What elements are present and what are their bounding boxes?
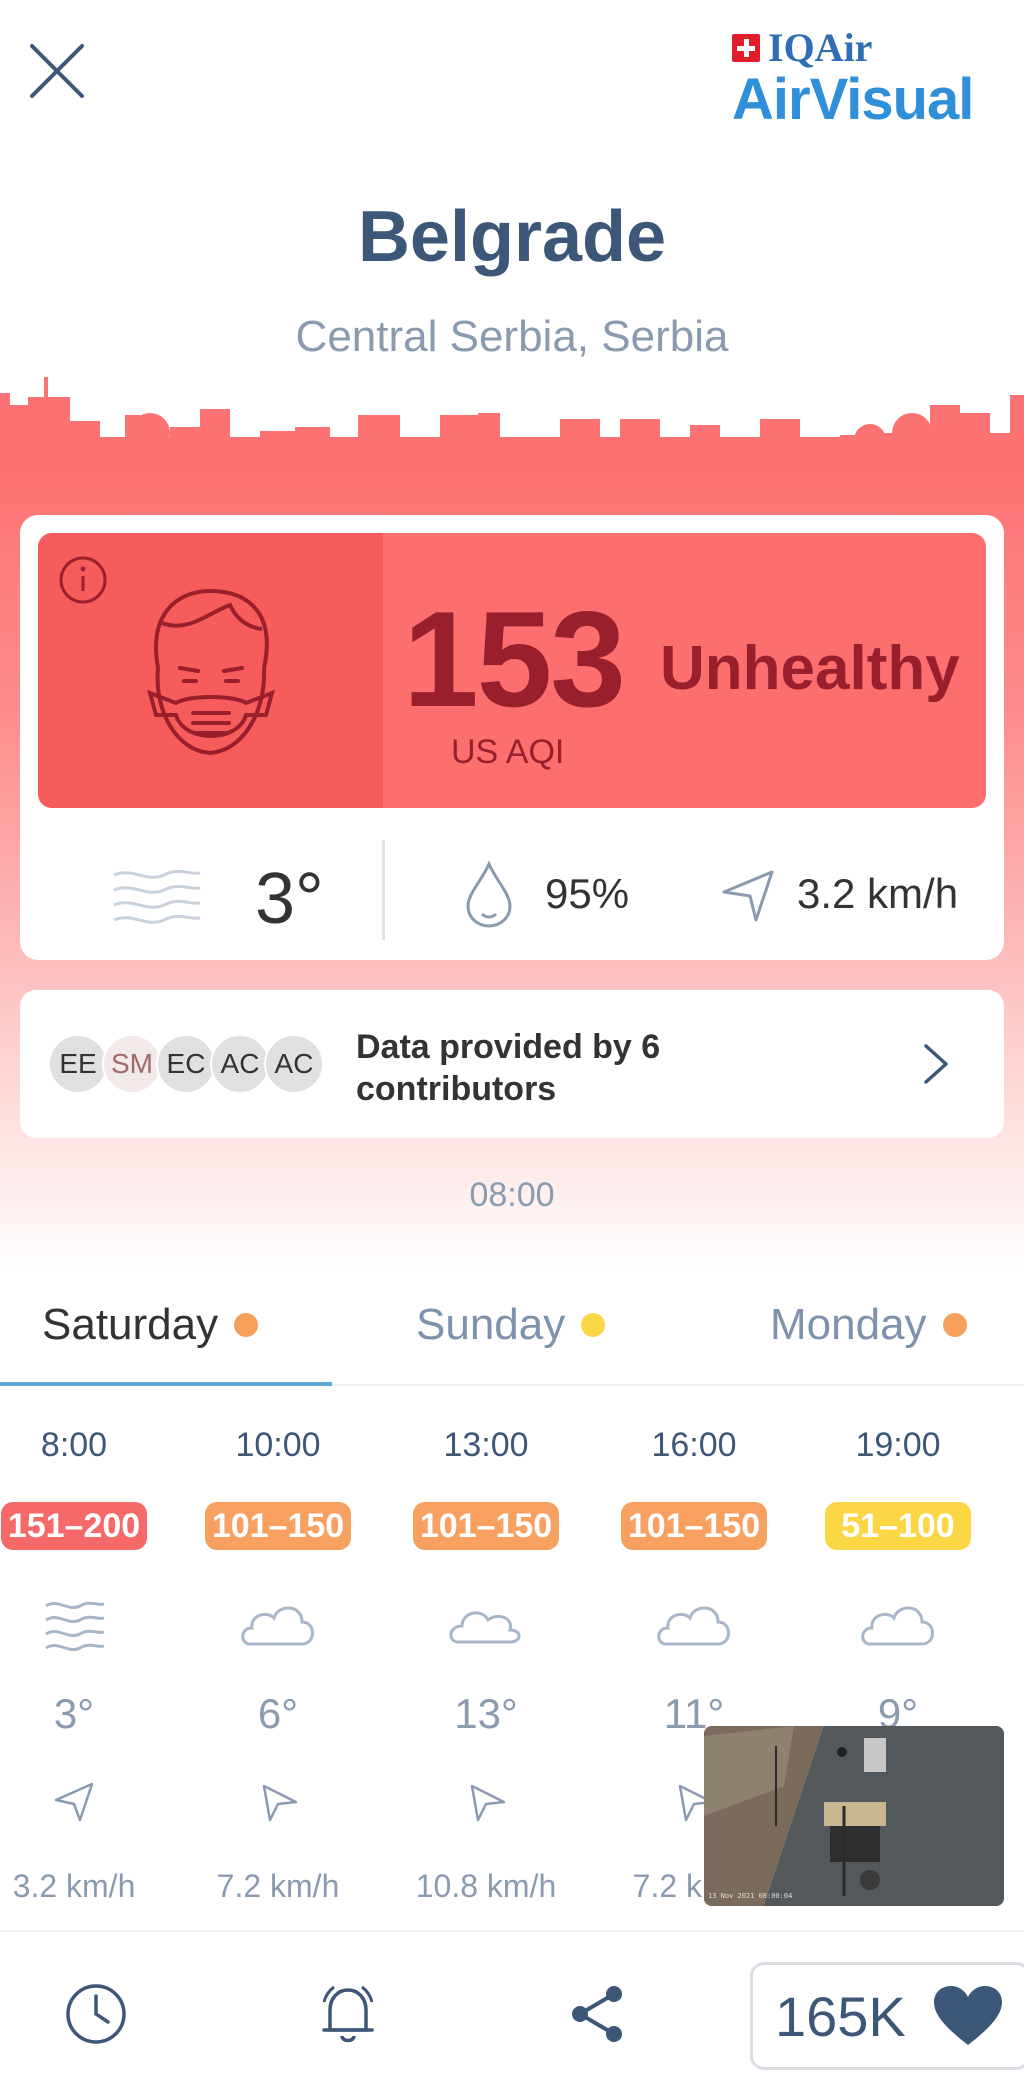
cloud-icon xyxy=(861,1606,934,1646)
tab-saturday[interactable]: Saturday xyxy=(42,1300,259,1350)
active-tab-indicator xyxy=(0,1382,332,1386)
header: IQAir AirVisual xyxy=(0,0,1024,140)
notification-bell-icon[interactable] xyxy=(316,1982,380,2046)
wind-icon xyxy=(113,869,201,924)
forecast-aqi-badge: 51–100 xyxy=(825,1502,971,1550)
cloud-icon xyxy=(241,1606,314,1646)
forecast-temp: 13° xyxy=(454,1690,518,1737)
forecast-time: 10:00 xyxy=(235,1426,321,1464)
current-wind-speed: 3.2 km/h xyxy=(797,870,959,917)
forecast-aqi-badge: 101–150 xyxy=(621,1502,767,1550)
contributor-avatar: EE xyxy=(48,1034,108,1094)
street-camera-image xyxy=(704,1726,1004,1906)
contributors-text: Data provided by 6 contributors xyxy=(356,1028,661,1108)
mask-face-icon xyxy=(147,588,275,756)
current-weather-row: 3° 95% 3.2 km/h xyxy=(20,820,1004,960)
cloud-icon xyxy=(449,1611,521,1644)
forecast-wind: 3.2 km/h xyxy=(12,1868,136,1904)
aqi-unit: US AQI xyxy=(451,733,565,771)
close-button[interactable] xyxy=(26,40,88,102)
contributors-card[interactable]: EE SM EC AC AC Data provided by 6 contri… xyxy=(20,990,1004,1138)
contributor-avatar: SM xyxy=(102,1034,162,1094)
contributor-avatar: AC xyxy=(210,1034,270,1094)
forecast-column: 10:00 101–150 6° 7.2 km/h xyxy=(178,1410,378,1910)
aqi-level: Unhealthy xyxy=(660,634,960,703)
forecast-wind: 7.2 km/h xyxy=(216,1868,340,1904)
wind-direction-icon xyxy=(722,870,774,922)
tab-label: Saturday xyxy=(42,1300,219,1349)
logo-brand-text: AirVisual xyxy=(732,67,974,132)
wind-direction-icon xyxy=(262,1784,298,1822)
city-skyline-icon xyxy=(0,377,1024,475)
forecast-aqi-badge: 151–200 xyxy=(1,1502,147,1550)
airvisual-logo: IQAir AirVisual xyxy=(732,24,1002,132)
aqi-value: 153 xyxy=(403,583,626,735)
cloud-icon xyxy=(657,1606,730,1646)
favorite-button[interactable]: 165K xyxy=(750,1962,1024,2070)
heart-icon xyxy=(933,1986,1002,2045)
humidity-drop-icon xyxy=(466,860,512,928)
aqi-dot xyxy=(581,1313,606,1337)
contributor-avatar: EC xyxy=(156,1034,216,1094)
current-temperature: 3° xyxy=(255,859,324,939)
forecast-temp: 6° xyxy=(257,1690,299,1737)
day-tabs: Saturday Sunday Monday xyxy=(0,1290,1024,1386)
swiss-flag-icon xyxy=(732,33,760,62)
forecast-time: 8:00 xyxy=(40,1426,108,1464)
tab-label: Monday xyxy=(770,1300,927,1349)
tab-label: Sunday xyxy=(416,1300,566,1349)
forecast-aqi-badge: 101–150 xyxy=(413,1502,559,1550)
forecast-column: 8:00 151–200 3° 3.2 km/h xyxy=(0,1410,174,1910)
aqi-card: 153 US AQI Unhealthy 3° 95% 3.2 km/h xyxy=(20,515,1004,960)
camera-timestamp: 13 Nov 2021 08:00:04 xyxy=(708,1892,793,1900)
forecast-temp: 3° xyxy=(53,1690,95,1737)
weather-divider xyxy=(382,840,385,940)
forecast-time: 19:00 xyxy=(855,1426,941,1464)
current-humidity: 95% xyxy=(545,870,630,917)
share-icon[interactable] xyxy=(566,1982,630,2046)
forecast-time: 16:00 xyxy=(651,1426,737,1464)
wind-direction-icon xyxy=(54,1782,94,1822)
chevron-right-icon xyxy=(924,1044,948,1084)
tab-monday[interactable]: Monday xyxy=(770,1300,967,1350)
bottom-bar: 165K xyxy=(0,1930,1024,2082)
wind-icon xyxy=(45,1601,105,1651)
aqi-face-panel xyxy=(38,533,383,808)
tab-sunday[interactable]: Sunday xyxy=(416,1300,606,1350)
wind-direction-icon xyxy=(470,1784,506,1822)
close-icon xyxy=(30,44,84,98)
region-name: Central Serbia, Serbia xyxy=(295,312,729,361)
favorite-count: 165K xyxy=(775,1984,906,2048)
aqi-value-panel: 153 US AQI Unhealthy xyxy=(383,533,986,808)
update-time: 08:00 xyxy=(469,1176,555,1214)
forecast-time: 13:00 xyxy=(443,1426,529,1464)
contributor-avatar: AC xyxy=(264,1034,324,1094)
aqi-dot xyxy=(942,1313,967,1337)
aqi-panel[interactable]: 153 US AQI Unhealthy xyxy=(38,533,986,808)
logo-iqair-text: IQAir xyxy=(768,25,873,70)
info-icon[interactable] xyxy=(58,555,108,605)
camera-preview[interactable]: 13 Nov 2021 08:00:04 xyxy=(704,1726,1004,1906)
forecast-column: 13:00 101–150 13° 10.8 km/h xyxy=(386,1410,586,1910)
aqi-dot xyxy=(234,1313,259,1337)
city-name: Belgrade xyxy=(357,197,667,277)
forecast-wind: 10.8 km/h xyxy=(415,1868,557,1904)
forecast-aqi-badge: 101–150 xyxy=(205,1502,351,1550)
history-clock-icon[interactable] xyxy=(64,1982,128,2046)
